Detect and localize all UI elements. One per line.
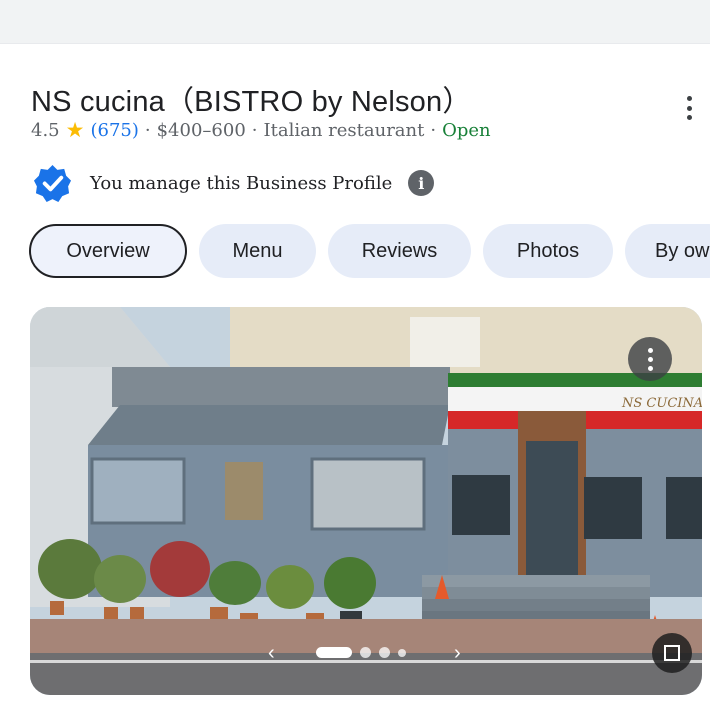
- separator: ·: [251, 119, 258, 141]
- open-status: Open: [442, 119, 491, 141]
- place-meta: 4.5 ★ (675) · $400–600 · Italian restaur…: [31, 116, 491, 144]
- star-icon: ★: [65, 118, 85, 142]
- separator: ·: [430, 119, 437, 141]
- category[interactable]: Italian restaurant: [264, 120, 425, 141]
- tab-by-owner[interactable]: By ow: [625, 224, 710, 278]
- info-icon[interactable]: i: [408, 170, 435, 196]
- place-photo[interactable]: NS CUCINA ‹ ›: [30, 307, 702, 695]
- separator: ·: [144, 119, 151, 141]
- carousel-dot[interactable]: [316, 647, 352, 658]
- tab-photos[interactable]: Photos: [483, 224, 613, 278]
- sign-text: NS CUCINA: [621, 396, 702, 411]
- manage-profile-row[interactable]: You manage this Business Profile i: [33, 164, 435, 202]
- carousel-dot[interactable]: [379, 647, 390, 658]
- expand-icon[interactable]: [652, 633, 692, 673]
- carousel-next-icon[interactable]: ›: [454, 641, 461, 665]
- photo-carousel: ‹ ›: [30, 641, 702, 665]
- tab-reviews[interactable]: Reviews: [328, 224, 471, 278]
- tab-menu[interactable]: Menu: [199, 224, 316, 278]
- top-strip: [0, 0, 710, 44]
- tab-overview[interactable]: Overview: [29, 224, 187, 278]
- price-range: $400–600: [156, 119, 246, 141]
- carousel-dots: [316, 647, 406, 658]
- place-title: NS cucina（BISTRO by Nelson）: [31, 86, 472, 118]
- verified-badge-icon: [33, 164, 72, 202]
- more-vert-icon[interactable]: [676, 92, 702, 124]
- carousel-prev-icon[interactable]: ‹: [268, 641, 275, 665]
- review-count-link[interactable]: (675): [90, 120, 138, 141]
- storefront-image: NS CUCINA: [30, 307, 702, 695]
- tab-bar: Overview Menu Reviews Photos By ow: [29, 224, 710, 278]
- photo-more-icon[interactable]: [628, 337, 672, 381]
- manage-profile-label: You manage this Business Profile: [90, 172, 393, 194]
- rating-value: 4.5: [31, 119, 60, 141]
- carousel-dot[interactable]: [360, 647, 371, 658]
- carousel-dot[interactable]: [398, 648, 406, 657]
